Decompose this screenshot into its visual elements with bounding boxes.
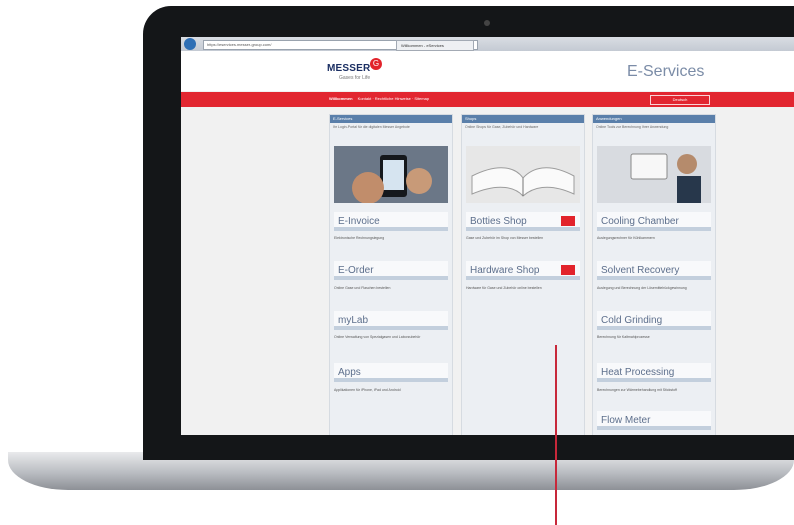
column-subtitle: Ihr Login-Portal für die digitalen Messe…: [333, 125, 410, 129]
nav-links: Willkommen Kontakt · Rechtliche Hinweise…: [329, 96, 430, 101]
column-heading: E-Services: [330, 115, 452, 123]
tablet-photo: [597, 146, 711, 203]
card-flow-meter[interactable]: Flow Meter: [597, 411, 711, 430]
browser-logo-icon[interactable]: [184, 38, 196, 50]
pointer-line: [555, 345, 557, 525]
nav-item-willkommen[interactable]: Willkommen: [329, 96, 353, 101]
column-subtitle: Online Shops für Gase, Zubehör und Hardw…: [465, 125, 539, 129]
card-cooling-chamber[interactable]: Cooling Chamber: [597, 212, 711, 231]
nav-item-rechtliches[interactable]: Rechtliche Hinweise: [375, 96, 411, 101]
language-select[interactable]: Deutsch: [650, 95, 710, 105]
card-solvent-recovery[interactable]: Solvent Recovery: [597, 261, 711, 280]
nav-item-kontakt[interactable]: Kontakt: [358, 96, 372, 101]
browser-toolbar: https://eservices.messer-group.com/ Will…: [181, 37, 794, 51]
card-mylab[interactable]: myLab: [334, 311, 448, 330]
column-subtitle: Online Tools zur Berechnung Ihrer Anwend…: [596, 125, 669, 129]
column-anwendungen: Anwendungen Online Tools zur Berechnung …: [592, 114, 716, 435]
plus-icon: [561, 265, 575, 275]
browser-tab[interactable]: Willkommen - eServices: [396, 40, 474, 51]
logo-tagline: Gases for Life: [339, 75, 371, 81]
messer-badge-icon: G: [370, 58, 382, 70]
page-title: E-Services: [627, 63, 705, 80]
card-heat-processing[interactable]: Heat Processing: [597, 363, 711, 382]
flag-icon: [561, 216, 575, 226]
phone-photo: [334, 146, 448, 203]
laptop-screen: https://eservices.messer-group.com/ Will…: [181, 37, 794, 435]
messer-logo[interactable]: MESSER: [327, 63, 370, 74]
book-photo: [466, 146, 580, 203]
card-apps[interactable]: Apps: [334, 363, 448, 382]
camera-icon: [484, 20, 490, 26]
column-heading: Anwendungen: [593, 115, 715, 123]
card-botties-shop[interactable]: Botties Shop: [466, 212, 580, 231]
nav-item-sitemap[interactable]: Sitemap: [414, 96, 429, 101]
card-e-order[interactable]: E-Order: [334, 261, 448, 280]
card-e-invoice[interactable]: E-Invoice: [334, 212, 448, 231]
card-cold-grinding[interactable]: Cold Grinding: [597, 311, 711, 330]
column-e-services: E-Services Ihr Login-Portal für die digi…: [329, 114, 453, 435]
card-hardware-shop[interactable]: Hardware Shop: [466, 261, 580, 280]
column-shops: Shops Online Shops für Gase, Zubehör und…: [461, 114, 585, 435]
column-heading: Shops: [462, 115, 584, 123]
